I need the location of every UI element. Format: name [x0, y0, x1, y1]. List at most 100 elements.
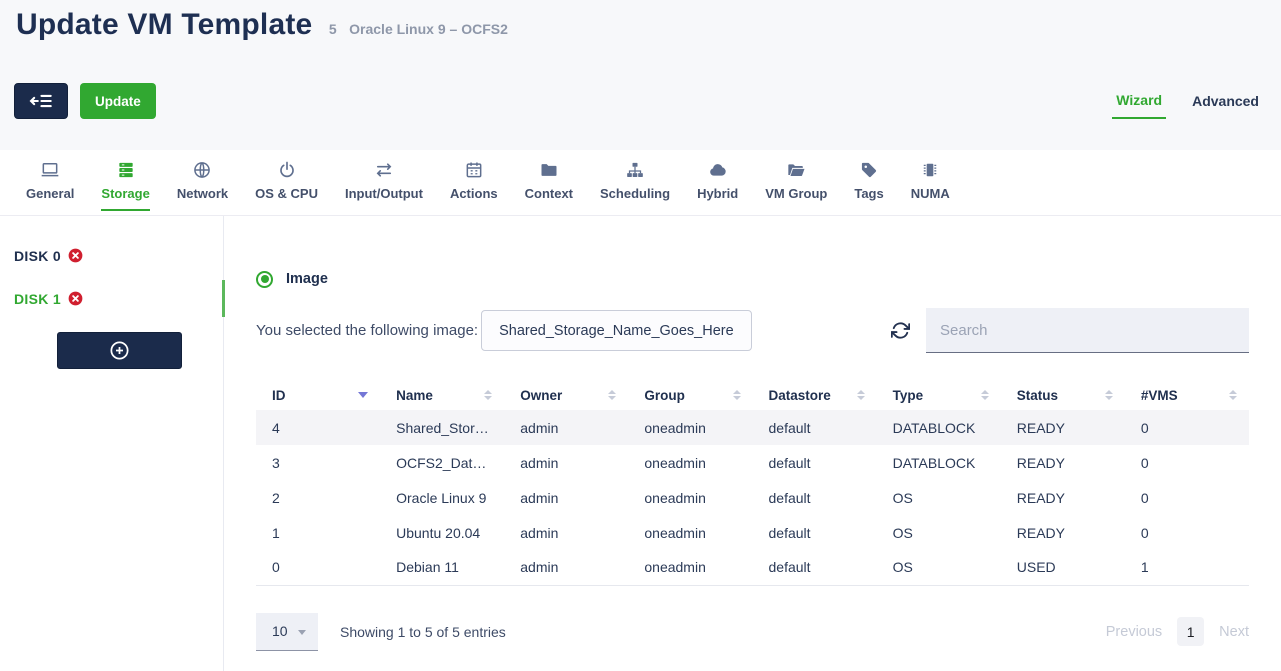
tab-label: OS & CPU: [255, 186, 318, 201]
refresh-button[interactable]: [891, 321, 910, 340]
table-cell: 0: [1125, 410, 1249, 445]
previous-page-button[interactable]: Previous: [1106, 624, 1162, 640]
table-cell: 1: [256, 515, 380, 550]
disk-label: DISK 0: [14, 248, 61, 264]
selected-image-caption: You selected the following image:: [256, 322, 478, 339]
tab-network[interactable]: Network: [177, 160, 228, 209]
tab-label: Tags: [854, 186, 883, 201]
table-cell: READY: [1001, 515, 1125, 550]
search-input[interactable]: [926, 308, 1249, 353]
chevron-down-icon: [298, 630, 306, 635]
column-header-status[interactable]: Status: [1001, 380, 1125, 410]
tab-label: General: [26, 186, 74, 201]
table-tools: [891, 308, 1249, 353]
template-name: Oracle Linux 9 – OCFS2: [349, 21, 508, 37]
tab-os-cpu[interactable]: OS & CPU: [255, 160, 318, 209]
sidebar-item-disk-0[interactable]: DISK 0: [0, 234, 223, 277]
table-cell: 0: [1125, 515, 1249, 550]
table-row[interactable]: 1 Ubuntu 20.04 admin oneadmin default OS…: [256, 515, 1249, 550]
tab-label: Context: [525, 186, 573, 201]
column-header-owner[interactable]: Owner: [504, 380, 628, 410]
table-cell: oneadmin: [628, 550, 752, 585]
column-header-group[interactable]: Group: [628, 380, 752, 410]
table-cell: DATABLOCK: [877, 410, 1001, 445]
table-cell: admin: [504, 480, 628, 515]
table-cell: Ubuntu 20.04: [380, 515, 504, 550]
table-cell: 0: [256, 550, 380, 585]
table-cell: default: [753, 550, 877, 585]
sort-icon: [1229, 390, 1237, 400]
table-row[interactable]: 2 Oracle Linux 9 admin oneadmin default …: [256, 480, 1249, 515]
delete-disk-icon[interactable]: [68, 248, 83, 263]
page-size-select[interactable]: 10: [256, 613, 318, 651]
add-disk-button[interactable]: [57, 332, 182, 369]
active-disk-indicator: [222, 280, 225, 317]
table-row[interactable]: 4 Shared_Storag… admin oneadmin default …: [256, 410, 1249, 445]
cloud-icon: [708, 160, 728, 180]
sort-icon: [857, 390, 865, 400]
laptop-icon: [40, 160, 60, 180]
delete-disk-icon[interactable]: [68, 291, 83, 306]
tab-hybrid[interactable]: Hybrid: [697, 160, 738, 209]
tab-label: Storage: [101, 186, 149, 201]
tab-numa[interactable]: NUMA: [911, 160, 950, 209]
table-cell: oneadmin: [628, 445, 752, 480]
mode-tab-advanced[interactable]: Advanced: [1188, 93, 1263, 118]
plus-circle-icon: [109, 340, 130, 361]
sidebar-item-disk-1[interactable]: DISK 1: [0, 277, 223, 320]
table-cell: 0: [1125, 445, 1249, 480]
tab-storage[interactable]: Storage: [101, 160, 149, 211]
column-header-id[interactable]: ID: [256, 380, 380, 410]
current-page-button[interactable]: 1: [1177, 617, 1204, 646]
back-to-list-button[interactable]: [14, 83, 68, 119]
tab-label: NUMA: [911, 186, 950, 201]
sort-desc-icon: [358, 392, 368, 398]
selected-image-value[interactable]: Shared_Storage_Name_Goes_Here: [481, 310, 752, 351]
disk-sidebar: DISK 0 DISK 1: [0, 216, 224, 671]
tab-context[interactable]: Context: [525, 160, 573, 209]
next-page-button[interactable]: Next: [1219, 624, 1249, 640]
table-cell: admin: [504, 410, 628, 445]
disk-label: DISK 1: [14, 291, 61, 307]
table-cell: 0: [1125, 480, 1249, 515]
table-cell: OS: [877, 480, 1001, 515]
table-cell: Debian 11: [380, 550, 504, 585]
tab-tags[interactable]: Tags: [854, 160, 883, 209]
tab-label: Actions: [450, 186, 498, 201]
table-cell: default: [753, 410, 877, 445]
selection-row: You selected the following image: Shared…: [256, 308, 1249, 353]
table-cell: Oracle Linux 9: [380, 480, 504, 515]
image-selection-panel: Image You selected the following image: …: [224, 216, 1281, 671]
section-tabbar: General Storage Network OS & CPU: [0, 150, 1281, 216]
tab-input-output[interactable]: Input/Output: [345, 160, 423, 209]
update-button[interactable]: Update: [80, 83, 156, 119]
table-cell: READY: [1001, 445, 1125, 480]
table-row[interactable]: 0 Debian 11 admin oneadmin default OS US…: [256, 550, 1249, 585]
column-header-type[interactable]: Type: [877, 380, 1001, 410]
table-cell: oneadmin: [628, 515, 752, 550]
sort-icon: [733, 390, 741, 400]
tab-scheduling[interactable]: Scheduling: [600, 160, 670, 209]
tab-general[interactable]: General: [26, 160, 74, 209]
image-radio[interactable]: [256, 271, 273, 288]
tab-vm-group[interactable]: VM Group: [765, 160, 827, 209]
table-cell: admin: [504, 515, 628, 550]
tab-label: Input/Output: [345, 186, 423, 201]
pagination: Previous 1 Next: [1106, 617, 1249, 646]
images-table: ID Name Owner Group Datastore: [256, 380, 1249, 586]
table-row[interactable]: 3 OCFS2_Databl… admin oneadmin default D…: [256, 445, 1249, 480]
tag-icon: [859, 160, 879, 180]
table-cell: Shared_Storag…: [380, 410, 504, 445]
image-radio-row: Image: [256, 269, 1249, 289]
refresh-icon: [891, 321, 910, 340]
column-header-vms[interactable]: #VMS: [1125, 380, 1249, 410]
table-cell: OCFS2_Databl…: [380, 445, 504, 480]
table-cell: admin: [504, 445, 628, 480]
column-header-name[interactable]: Name: [380, 380, 504, 410]
tab-actions[interactable]: Actions: [450, 160, 498, 209]
column-header-datastore[interactable]: Datastore: [753, 380, 877, 410]
title-row: Update VM Template 5 Oracle Linux 9 – OC…: [16, 8, 508, 42]
mode-tab-wizard[interactable]: Wizard: [1112, 92, 1166, 119]
table-cell: 1: [1125, 550, 1249, 585]
tab-label: Scheduling: [600, 186, 670, 201]
